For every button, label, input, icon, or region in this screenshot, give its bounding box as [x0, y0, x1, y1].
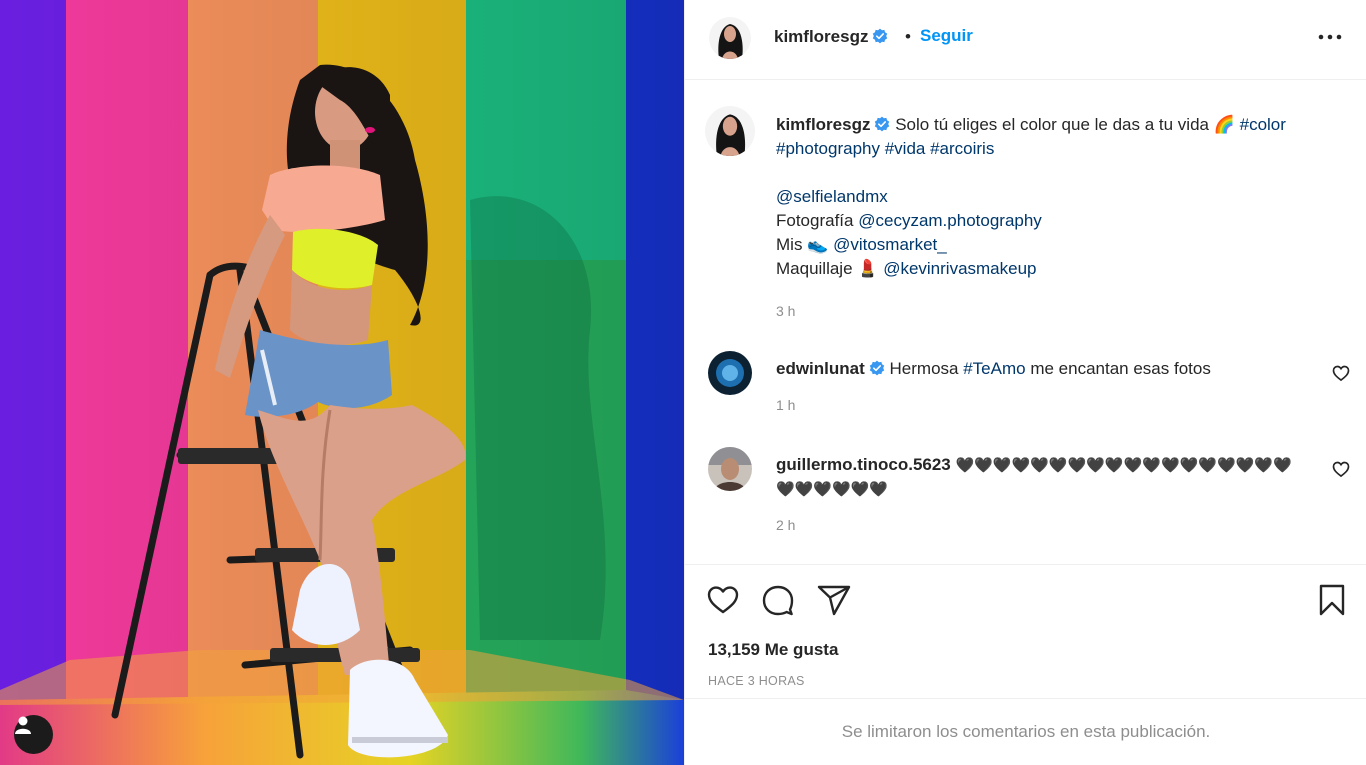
hashtag-photography[interactable]: #photography: [776, 139, 880, 158]
comments-limited-notice: Se limitaron los comentarios en esta pub…: [841, 722, 1211, 741]
post-actions: 13,159 Me gusta HACE 3 HORAS: [685, 564, 1366, 698]
comments-limited-footer: Se limitaron los comentarios en esta pub…: [685, 698, 1366, 765]
comment-body: edwinlunat Hermosa #TeAmo me encantan es…: [776, 357, 1316, 381]
mention-kevinrivas[interactable]: @kevinrivasmakeup: [883, 259, 1036, 278]
more-options-icon[interactable]: [1315, 22, 1345, 52]
comments-scroll-area[interactable]: kimfloresgz Solo tú eliges el color que …: [685, 81, 1366, 563]
verified-badge-icon: [873, 28, 888, 44]
comment-text-rest: me encantan esas fotos: [1030, 359, 1211, 378]
author-username-text[interactable]: kimfloresgz: [774, 27, 868, 46]
mention-cecyzam[interactable]: @cecyzam.photography: [858, 211, 1042, 230]
comment-hearts-line2: 🖤🖤🖤🖤🖤🖤: [776, 481, 889, 498]
user-tag-icon: [15, 716, 31, 734]
comment-like-icon[interactable]: [1331, 363, 1351, 383]
hashtag-arcoiris[interactable]: #arcoiris: [930, 139, 994, 158]
comment-bubble-icon[interactable]: [760, 582, 796, 618]
comment-time[interactable]: 2 h: [776, 517, 795, 533]
verified-badge-icon: [875, 116, 890, 132]
post-header: kimfloresgz • Seguir: [685, 0, 1366, 80]
mention-vitosmarket[interactable]: @vitosmarket_: [833, 235, 947, 254]
post-photo[interactable]: [0, 0, 684, 765]
likes-count[interactable]: 13,159 Me gusta: [708, 640, 838, 660]
lipstick-emoji: 💄: [857, 259, 879, 278]
comment-time[interactable]: 1 h: [776, 397, 795, 413]
comment-avatar[interactable]: [708, 447, 752, 491]
photo-credit-label: Fotografía: [776, 211, 854, 230]
follow-button[interactable]: Seguir: [920, 26, 973, 46]
comment-text: Hermosa: [889, 359, 959, 378]
shoe-emoji: 👟: [807, 235, 829, 254]
hashtag-teamo[interactable]: #TeAmo: [963, 359, 1025, 378]
like-heart-icon[interactable]: [705, 582, 741, 618]
header-separator: •: [905, 27, 911, 46]
comment-username[interactable]: guillermo.tinoco.5623: [776, 455, 951, 474]
post-panel: kimfloresgz • Seguir kimfloresgz Solo tú…: [684, 0, 1366, 765]
makeup-credit-label: Maquillaje: [776, 259, 853, 278]
shoes-credit-label: Mis: [776, 235, 803, 254]
caption-body: kimfloresgz Solo tú eliges el color que …: [776, 113, 1356, 323]
rainbow-emoji: 🌈: [1213, 115, 1235, 134]
caption-time[interactable]: 3 h: [776, 303, 795, 319]
share-send-icon[interactable]: [816, 582, 852, 618]
mention-selfielandmx[interactable]: @selfielandmx: [776, 187, 888, 206]
photo-image: [0, 0, 684, 765]
caption-text: Solo tú eliges el color que le das a tu …: [895, 115, 1209, 134]
caption-avatar[interactable]: [705, 106, 755, 156]
hashtag-color[interactable]: #color: [1240, 115, 1286, 134]
author-username[interactable]: kimfloresgz: [774, 27, 888, 47]
save-bookmark-icon[interactable]: [1314, 582, 1350, 618]
caption-username[interactable]: kimfloresgz: [776, 115, 870, 134]
comment-hearts: 🖤🖤🖤🖤🖤🖤🖤🖤🖤🖤🖤🖤🖤🖤🖤🖤🖤🖤: [955, 457, 1292, 474]
hashtag-vida[interactable]: #vida: [885, 139, 926, 158]
comment-username[interactable]: edwinlunat: [776, 359, 865, 378]
comment-like-icon[interactable]: [1331, 459, 1351, 479]
author-avatar[interactable]: [709, 17, 751, 59]
comment-body: guillermo.tinoco.5623 🖤🖤🖤🖤🖤🖤🖤🖤🖤🖤🖤🖤🖤🖤🖤🖤🖤🖤…: [776, 453, 1316, 502]
comment-avatar[interactable]: [708, 351, 752, 395]
user-tag-button[interactable]: [14, 715, 53, 754]
post-timestamp[interactable]: HACE 3 HORAS: [708, 674, 805, 688]
verified-badge-icon: [869, 360, 884, 376]
